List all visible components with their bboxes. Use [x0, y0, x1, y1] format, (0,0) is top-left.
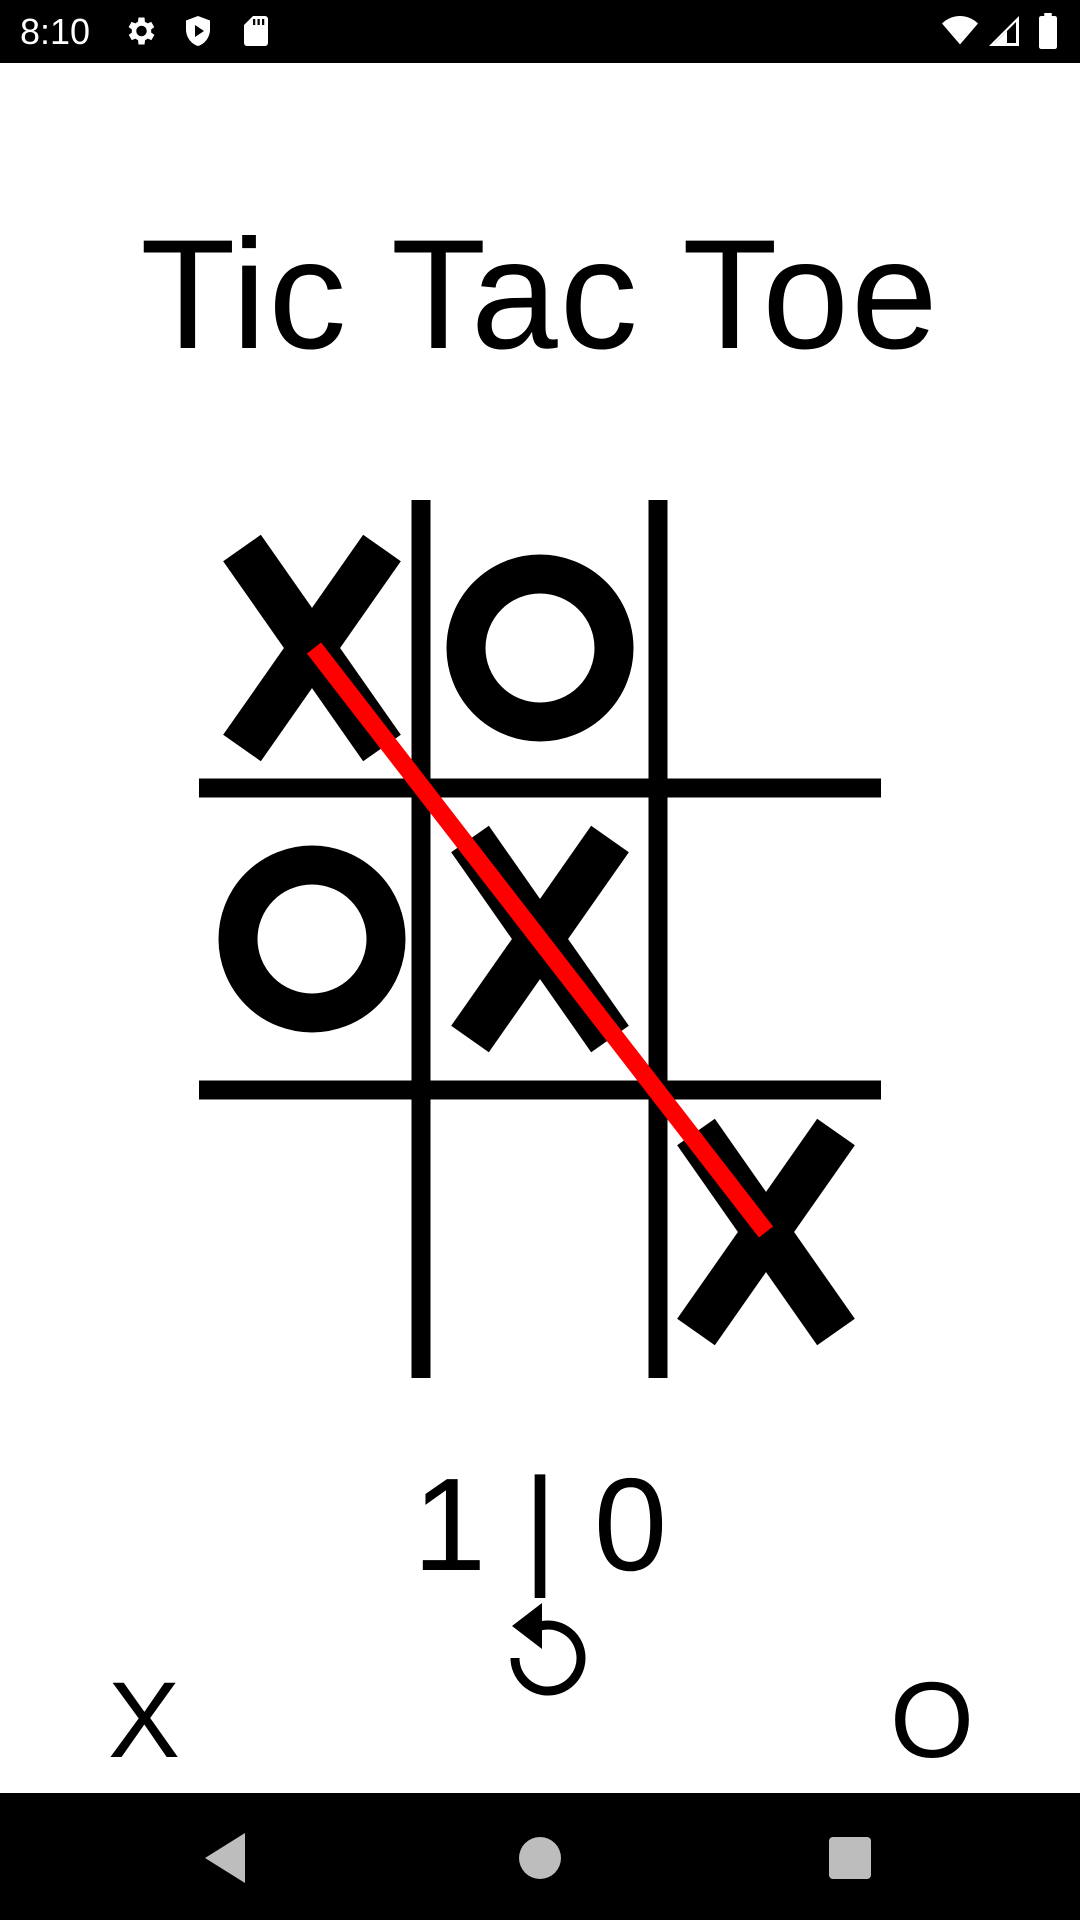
board-cell-1-2[interactable] — [656, 799, 876, 1079]
navigation-bar — [0, 1793, 1080, 1920]
player-x-label: X — [108, 1659, 181, 1780]
player-o-label: O — [890, 1659, 975, 1780]
reset-button[interactable] — [490, 1598, 590, 1713]
recents-icon[interactable] — [815, 1823, 885, 1893]
back-icon[interactable] — [190, 1823, 260, 1893]
game-board — [199, 500, 881, 1378]
board-cell-2-1[interactable] — [430, 1092, 650, 1372]
score-display: 1 | 0 — [412, 1451, 668, 1598]
board-cell-0-2[interactable] — [656, 508, 876, 788]
home-icon[interactable] — [505, 1823, 575, 1893]
replay-icon — [510, 1603, 586, 1696]
board-cell-1-0[interactable] — [202, 799, 422, 1079]
board-cell-0-1[interactable] — [430, 508, 650, 788]
board-cell-2-0[interactable] — [202, 1092, 422, 1372]
